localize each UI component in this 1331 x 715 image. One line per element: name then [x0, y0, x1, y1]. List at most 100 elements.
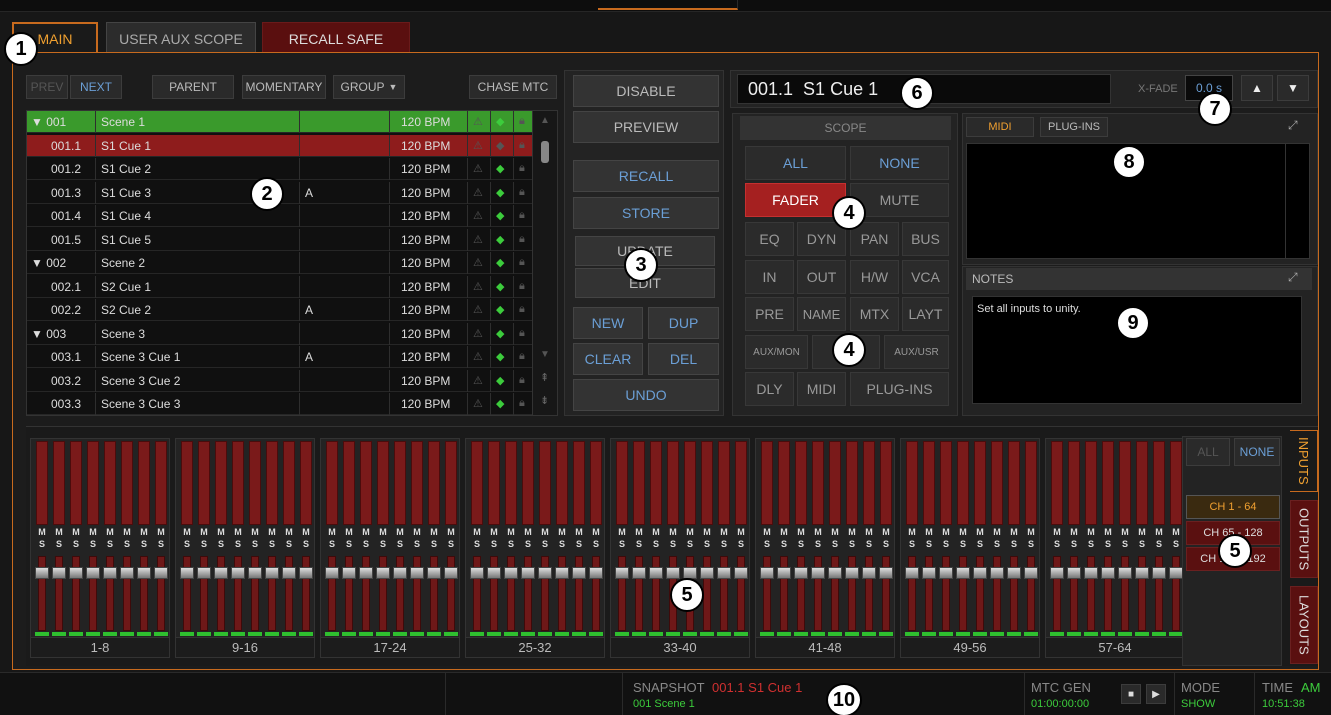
- recall-diamond-icon[interactable]: ◆: [496, 256, 504, 269]
- lock-icon[interactable]: 🔒︎: [519, 162, 525, 175]
- mute-button[interactable]: M: [120, 527, 134, 538]
- fader-cap[interactable]: [538, 567, 552, 579]
- lock-icon[interactable]: 🔒︎: [519, 280, 525, 293]
- mute-button[interactable]: M: [811, 527, 825, 538]
- solo-button[interactable]: S: [342, 539, 356, 550]
- scope-in-button[interactable]: IN: [745, 260, 794, 294]
- fader-cap[interactable]: [103, 567, 117, 579]
- mute-button[interactable]: M: [376, 527, 390, 538]
- solo-button[interactable]: S: [879, 539, 893, 550]
- mute-button[interactable]: M: [845, 527, 859, 538]
- mute-button[interactable]: M: [470, 527, 484, 538]
- fader-cap[interactable]: [214, 567, 228, 579]
- mute-button[interactable]: M: [589, 527, 603, 538]
- notes-expand-icon[interactable]: ⤢: [1288, 270, 1298, 285]
- recall-diamond-icon[interactable]: ◆: [496, 139, 504, 152]
- disable-button[interactable]: DISABLE: [573, 75, 719, 107]
- mute-button[interactable]: M: [1118, 527, 1132, 538]
- lock-icon[interactable]: 🔒︎: [519, 374, 525, 387]
- lock-icon[interactable]: 🔒︎: [519, 256, 525, 269]
- scope-name-button[interactable]: NAME: [797, 297, 846, 331]
- solo-button[interactable]: S: [555, 539, 569, 550]
- recall-safe-icon[interactable]: ⚠: [473, 256, 483, 269]
- dup-button[interactable]: DUP: [648, 307, 719, 339]
- mute-button[interactable]: M: [760, 527, 774, 538]
- fader-cap[interactable]: [1007, 567, 1021, 579]
- fader-cap[interactable]: [197, 567, 211, 579]
- xfade-up-icon[interactable]: ▲: [1241, 75, 1273, 101]
- fader-cap[interactable]: [845, 567, 859, 579]
- mute-button[interactable]: M: [521, 527, 535, 538]
- side-tab-layouts[interactable]: LAYOUTS: [1290, 586, 1318, 664]
- lock-icon[interactable]: 🔒︎: [519, 303, 525, 316]
- bank-label[interactable]: 25-32: [466, 637, 604, 657]
- mute-button[interactable]: M: [52, 527, 66, 538]
- solo-button[interactable]: S: [52, 539, 66, 550]
- fader-cap[interactable]: [922, 567, 936, 579]
- solo-button[interactable]: S: [922, 539, 936, 550]
- xfade-down-icon[interactable]: ▼: [1277, 75, 1309, 101]
- scope-dly-button[interactable]: DLY: [745, 372, 794, 406]
- solo-button[interactable]: S: [615, 539, 629, 550]
- lock-icon[interactable]: 🔒︎: [519, 186, 525, 199]
- fader-cap[interactable]: [794, 567, 808, 579]
- solo-button[interactable]: S: [1101, 539, 1115, 550]
- side-tab-outputs[interactable]: OUTPUTS: [1290, 500, 1318, 578]
- mute-button[interactable]: M: [154, 527, 168, 538]
- lock-icon[interactable]: 🔒︎: [519, 233, 525, 246]
- solo-button[interactable]: S: [470, 539, 484, 550]
- solo-button[interactable]: S: [632, 539, 646, 550]
- solo-button[interactable]: S: [1084, 539, 1098, 550]
- fader-cap[interactable]: [180, 567, 194, 579]
- solo-button[interactable]: S: [777, 539, 791, 550]
- solo-button[interactable]: S: [282, 539, 296, 550]
- prev-button[interactable]: PREV: [26, 75, 68, 99]
- mute-button[interactable]: M: [248, 527, 262, 538]
- mute-button[interactable]: M: [410, 527, 424, 538]
- solo-button[interactable]: S: [1169, 539, 1183, 550]
- mute-button[interactable]: M: [1007, 527, 1021, 538]
- fader-cap[interactable]: [666, 567, 680, 579]
- mute-button[interactable]: M: [700, 527, 714, 538]
- solo-button[interactable]: S: [1118, 539, 1132, 550]
- mute-button[interactable]: M: [1169, 527, 1183, 538]
- solo-button[interactable]: S: [683, 539, 697, 550]
- mute-button[interactable]: M: [1067, 527, 1081, 538]
- solo-button[interactable]: S: [103, 539, 117, 550]
- solo-button[interactable]: S: [154, 539, 168, 550]
- play-icon[interactable]: ▶: [1146, 684, 1166, 704]
- fader-cap[interactable]: [760, 567, 774, 579]
- fader-cap[interactable]: [504, 567, 518, 579]
- store-button[interactable]: STORE: [573, 197, 719, 229]
- side-tab-inputs[interactable]: INPUTS: [1290, 430, 1318, 492]
- fader-cap[interactable]: [444, 567, 458, 579]
- mute-button[interactable]: M: [214, 527, 228, 538]
- bank-label[interactable]: 17-24: [321, 637, 459, 657]
- fader-cap[interactable]: [1135, 567, 1149, 579]
- mute-button[interactable]: M: [197, 527, 211, 538]
- solo-button[interactable]: S: [504, 539, 518, 550]
- bank-label[interactable]: 9-16: [176, 637, 314, 657]
- recall-diamond-icon[interactable]: ◆: [496, 280, 504, 293]
- fader-cap[interactable]: [939, 567, 953, 579]
- scope-plugins-button[interactable]: PLUG-INS: [850, 372, 949, 406]
- fader-cap[interactable]: [427, 567, 441, 579]
- solo-button[interactable]: S: [299, 539, 313, 550]
- fader-cap[interactable]: [35, 567, 49, 579]
- mute-button[interactable]: M: [359, 527, 373, 538]
- mute-button[interactable]: M: [905, 527, 919, 538]
- mute-button[interactable]: M: [1152, 527, 1166, 538]
- mute-button[interactable]: M: [35, 527, 49, 538]
- mute-button[interactable]: M: [956, 527, 970, 538]
- cue-row[interactable]: 001.1 S1 Cue 1 120 BPM ⚠ ◆ 🔒︎: [27, 134, 543, 157]
- momentary-button[interactable]: MOMENTARY: [242, 75, 326, 99]
- mute-button[interactable]: M: [1101, 527, 1115, 538]
- bank-label[interactable]: 33-40: [611, 637, 749, 657]
- fader-cap[interactable]: [342, 567, 356, 579]
- scope-all-button[interactable]: ALL: [745, 146, 846, 180]
- solo-button[interactable]: S: [572, 539, 586, 550]
- fader-cap[interactable]: [521, 567, 535, 579]
- fader-cap[interactable]: [589, 567, 603, 579]
- solo-button[interactable]: S: [120, 539, 134, 550]
- solo-button[interactable]: S: [376, 539, 390, 550]
